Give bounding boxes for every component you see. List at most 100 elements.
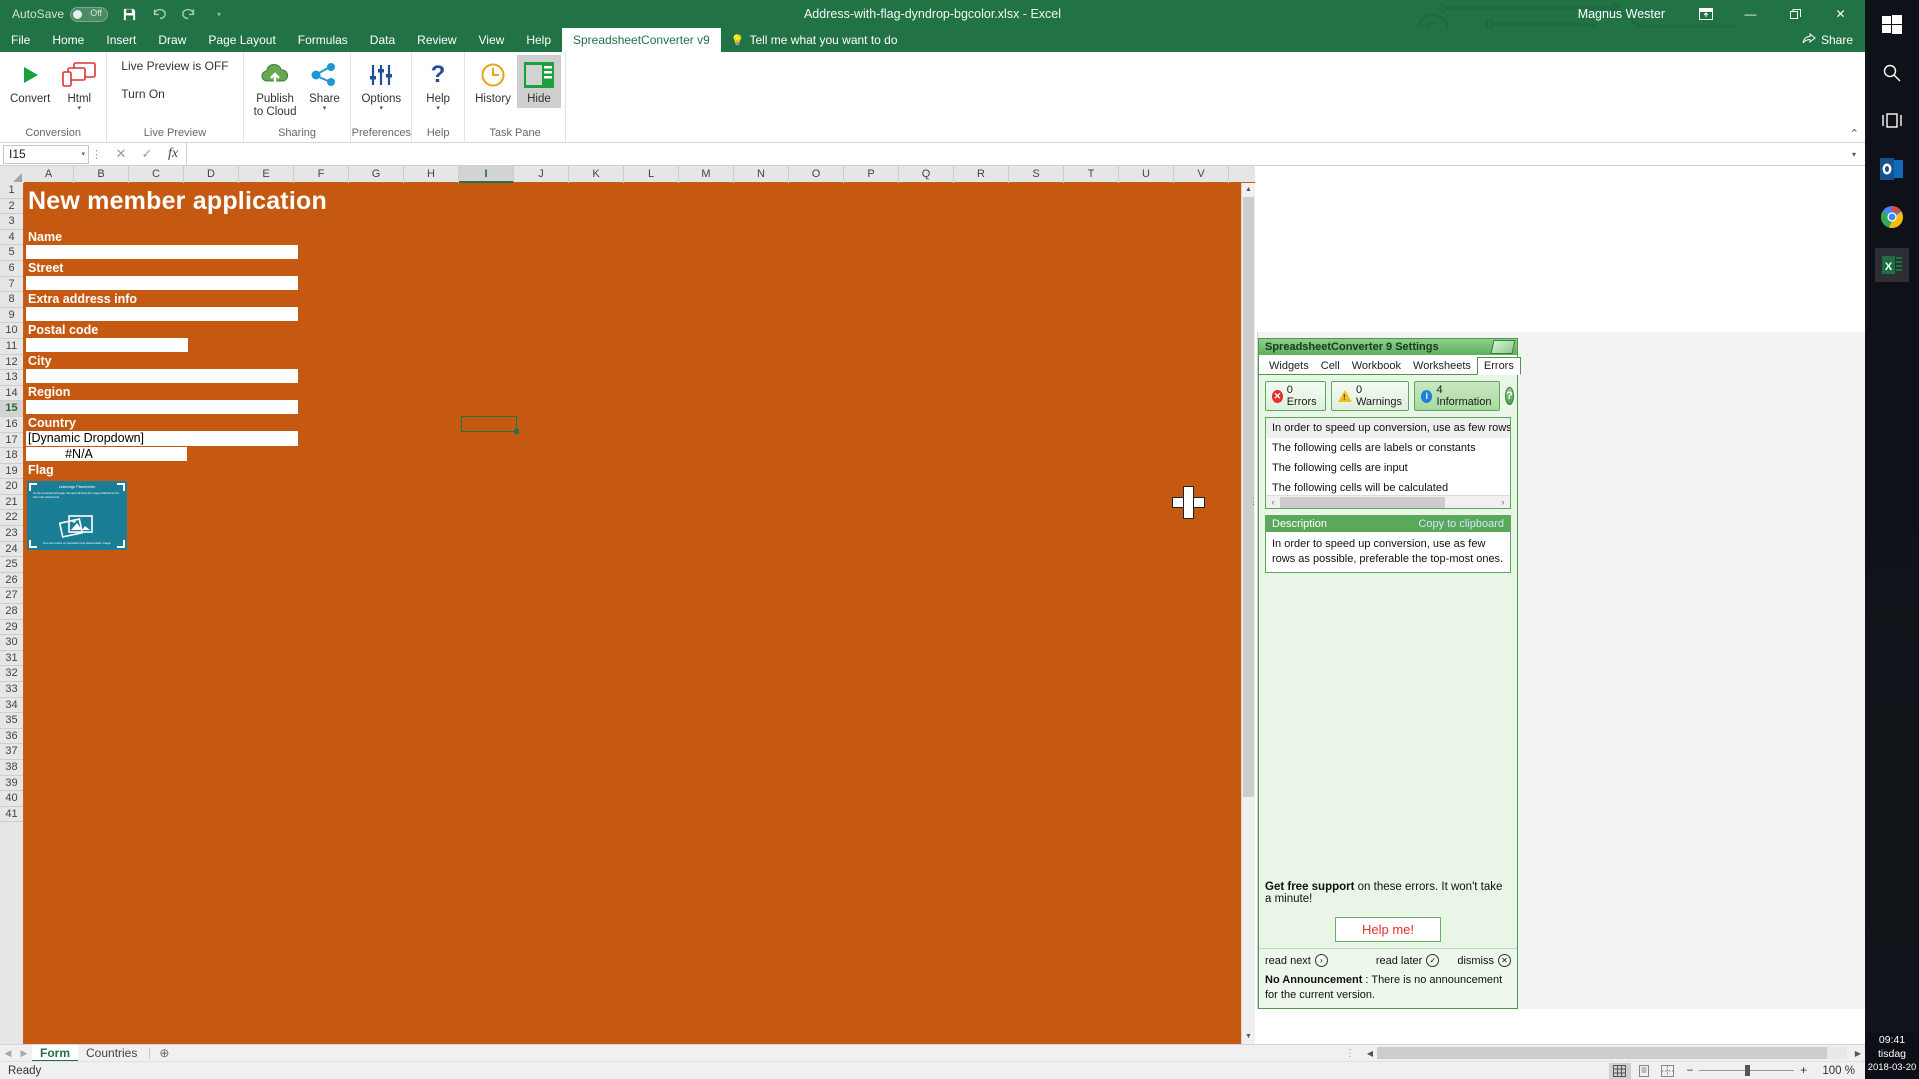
tab-widgets[interactable]: Widgets <box>1263 358 1315 374</box>
column-header-c[interactable]: C <box>129 166 184 183</box>
select-all-corner[interactable] <box>0 166 24 183</box>
hide-task-pane-button[interactable]: Hide <box>517 55 561 108</box>
column-header-r[interactable]: R <box>954 166 1009 183</box>
ribbon-tab-file[interactable]: File <box>0 28 41 52</box>
page-break-preview-icon[interactable] <box>1657 1063 1679 1079</box>
row-header-14[interactable]: 14 <box>0 386 23 402</box>
cell-input-name[interactable] <box>26 245 298 259</box>
cell-label-flag[interactable]: Flag <box>28 463 54 477</box>
tab-errors[interactable]: Errors <box>1477 357 1521 375</box>
share-button[interactable]: Share <box>1790 28 1865 52</box>
chevron-down-icon[interactable]: ▾ <box>380 106 384 112</box>
row-header-9[interactable]: 9 <box>0 308 23 324</box>
page-layout-icon[interactable] <box>1633 1063 1655 1079</box>
cell-label-street[interactable]: Street <box>28 261 63 275</box>
row-header-19[interactable]: 19 <box>0 464 23 480</box>
sheet-tab-countries[interactable]: Countries <box>78 1045 145 1062</box>
column-header-b[interactable]: B <box>74 166 129 183</box>
list-item[interactable]: The following cells are labels or consta… <box>1266 438 1510 458</box>
row-header-41[interactable]: 41 <box>0 807 23 823</box>
restore-button[interactable] <box>1773 0 1818 28</box>
name-box[interactable]: I15 ▾ <box>3 145 89 164</box>
row-header-3[interactable]: 3 <box>0 214 23 230</box>
row-header-12[interactable]: 12 <box>0 355 23 371</box>
cell-na-neighbour[interactable] <box>132 447 187 461</box>
spreadsheet-grid[interactable]: A B C D E F G H I J K L M N O P Q R S T <box>0 166 1255 1044</box>
outlook-icon[interactable] <box>1875 152 1909 186</box>
close-button[interactable]: ✕ <box>1818 0 1863 28</box>
scroll-left-icon[interactable]: ‹ <box>1266 497 1280 507</box>
collapse-ribbon-icon[interactable]: ⌃ <box>1850 127 1859 140</box>
linkimage-placeholder[interactable]: LinkImage Placeholder On the converted w… <box>27 481 127 550</box>
row-header-35[interactable]: 35 <box>0 713 23 729</box>
resize-handle-br[interactable] <box>117 540 125 548</box>
scroll-track[interactable] <box>1280 497 1496 508</box>
resize-handle-tl[interactable] <box>29 483 37 491</box>
column-header-i[interactable]: I <box>459 166 514 183</box>
close-icon[interactable]: ✕ <box>1498 954 1511 967</box>
ribbon-tab-formulas[interactable]: Formulas <box>287 28 359 52</box>
scroll-down-icon[interactable]: ▼ <box>1242 1030 1255 1044</box>
insert-function-icon[interactable]: fx <box>160 146 186 162</box>
vertical-scrollbar[interactable]: ▲ ▼ <box>1241 183 1255 1044</box>
expand-formula-bar-icon[interactable]: ▾ <box>1843 150 1865 159</box>
ribbon-tab-data[interactable]: Data <box>359 28 406 52</box>
column-header-s[interactable]: S <box>1009 166 1064 183</box>
row-header-8[interactable]: 8 <box>0 292 23 308</box>
cell-label-country[interactable]: Country <box>28 416 76 430</box>
row-header-13[interactable]: 13 <box>0 370 23 386</box>
selected-cell-i15[interactable] <box>461 416 517 432</box>
tab-workbook[interactable]: Workbook <box>1346 358 1407 374</box>
cell-na-value[interactable]: #N/A <box>26 447 132 461</box>
ribbon-tab-draw[interactable]: Draw <box>147 28 197 52</box>
convert-button[interactable]: Convert <box>4 55 56 108</box>
ribbon-tab-view[interactable]: View <box>468 28 516 52</box>
row-header-15[interactable]: 15 <box>0 401 23 417</box>
read-later-button[interactable]: read later <box>1376 955 1422 967</box>
resize-handle-tr[interactable] <box>117 483 125 491</box>
row-header-27[interactable]: 27 <box>0 588 23 604</box>
column-header-o[interactable]: O <box>789 166 844 183</box>
formula-input[interactable] <box>186 143 1843 165</box>
live-preview-turn-on-button[interactable]: Turn On <box>121 87 228 101</box>
row-header-28[interactable]: 28 <box>0 604 23 620</box>
row-header-39[interactable]: 39 <box>0 776 23 792</box>
tell-me-search[interactable]: 💡 Tell me what you want to do <box>721 28 908 52</box>
publish-to-cloud-button[interactable]: Publishto Cloud <box>248 55 303 121</box>
chevron-down-icon[interactable]: ▾ <box>323 106 327 112</box>
cell-label-name[interactable]: Name <box>28 230 62 244</box>
zoom-slider-thumb[interactable] <box>1745 1065 1750 1076</box>
row-header-21[interactable]: 21 <box>0 495 23 511</box>
next-sheet-icon[interactable]: ▶ <box>16 1048 32 1059</box>
zoom-out-button[interactable]: − <box>1687 1065 1694 1077</box>
row-header-34[interactable]: 34 <box>0 698 23 714</box>
enter-icon[interactable]: ✓ <box>134 146 160 162</box>
taskbar-clock[interactable]: 09:41 tisdag 2018-03-20 <box>1865 1033 1919 1079</box>
column-header-a[interactable]: A <box>24 166 74 183</box>
row-header-4[interactable]: 4 <box>0 230 23 246</box>
scroll-right-icon[interactable]: › <box>1496 497 1510 507</box>
normal-view-icon[interactable] <box>1609 1063 1631 1079</box>
column-header-m[interactable]: M <box>679 166 734 183</box>
column-header-p[interactable]: P <box>844 166 899 183</box>
html-button[interactable]: Html ▾ <box>56 55 102 114</box>
scroll-right-icon[interactable]: ▶ <box>1851 1049 1865 1058</box>
ribbon-tab-insert[interactable]: Insert <box>95 28 147 52</box>
share-ribbon-button[interactable]: Share ▾ <box>302 55 346 114</box>
sheet-tab-form[interactable]: Form <box>32 1045 78 1062</box>
list-item[interactable]: In order to speed up conversion, use as … <box>1266 418 1510 438</box>
cell-input-region[interactable] <box>26 400 298 414</box>
row-header-10[interactable]: 10 <box>0 323 23 339</box>
excel-icon[interactable]: X <box>1875 248 1909 282</box>
help-button[interactable]: ? Help ▾ <box>416 55 460 114</box>
cell-input-extra-address-info[interactable] <box>26 307 298 321</box>
zoom-slider[interactable] <box>1699 1070 1794 1071</box>
message-list-horizontal-scrollbar[interactable]: ‹ › <box>1266 495 1510 508</box>
chevron-down-icon[interactable]: ▾ <box>436 106 440 112</box>
row-header-30[interactable]: 30 <box>0 635 23 651</box>
zoom-level[interactable]: 100 % <box>1813 1065 1855 1077</box>
cell-input-postal-code[interactable] <box>26 338 188 352</box>
scroll-up-icon[interactable]: ▲ <box>1242 183 1255 197</box>
row-header-6[interactable]: 6 <box>0 261 23 277</box>
column-header-e[interactable]: E <box>239 166 294 183</box>
